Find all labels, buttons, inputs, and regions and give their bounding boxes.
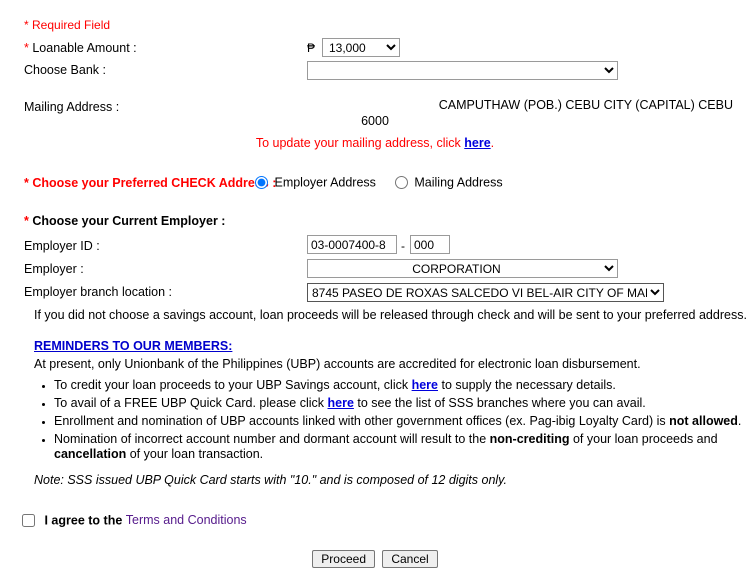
choose-bank-select[interactable] bbox=[307, 61, 618, 80]
bullet3-emphasis: not allowed bbox=[669, 414, 738, 428]
radio-mailing-address[interactable] bbox=[394, 176, 408, 190]
form-action-bar: Proceed Cancel bbox=[0, 550, 750, 568]
ubp-savings-here-link[interactable]: here bbox=[412, 378, 438, 392]
bullet1-text-before: To credit your loan proceeds to your UBP… bbox=[54, 378, 412, 392]
bullet2-text-after: to see the list of SSS branches where yo… bbox=[353, 396, 646, 410]
bullet4-emphasis-2: cancellation bbox=[54, 447, 127, 461]
terms-agreement-checkbox[interactable] bbox=[22, 514, 35, 528]
required-asterisk: * bbox=[24, 18, 29, 32]
bullet4-text-1: Nomination of incorrect account number a… bbox=[54, 432, 490, 446]
loan-disbursement-form-page: * Required Field * Loanable Amount : ₱ 1… bbox=[0, 0, 750, 585]
employer-id-input[interactable] bbox=[307, 235, 397, 254]
choose-bank-label: Choose Bank : bbox=[24, 63, 106, 77]
employer-branch-label: Employer branch location : bbox=[24, 285, 172, 299]
loanable-amount-label-row: * Loanable Amount : bbox=[24, 41, 137, 55]
bullet3-text-after: . bbox=[737, 414, 742, 428]
bullet4-emphasis-1: non-crediting bbox=[489, 432, 570, 446]
employer-select[interactable]: CORPORATION bbox=[307, 259, 618, 278]
terms-agreement-row: I agree to the Terms and Conditions bbox=[22, 513, 247, 528]
list-item: Nomination of incorrect account number a… bbox=[54, 432, 750, 462]
reminders-heading: REMINDERS TO OUR MEMBERS: bbox=[34, 339, 233, 353]
required-field-note: * Required Field bbox=[24, 18, 110, 32]
list-item: To credit your loan proceeds to your UBP… bbox=[54, 378, 750, 393]
current-employer-asterisk: * bbox=[24, 214, 29, 228]
terms-agreement-prefix: I agree to the bbox=[44, 513, 126, 528]
employer-id-suffix-input[interactable] bbox=[410, 235, 450, 254]
bullet4-text-3: of your loan transaction. bbox=[126, 447, 264, 461]
loanable-amount-select[interactable]: 13,000 bbox=[322, 38, 400, 57]
radio-mailing-address-label[interactable]: Mailing Address bbox=[414, 176, 502, 190]
check-address-radio-group: Employer Address Mailing Address bbox=[255, 175, 503, 190]
employer-label: Employer : bbox=[24, 262, 84, 276]
mailing-address-value-line2: 6000 bbox=[361, 114, 389, 128]
terms-and-conditions-link[interactable]: Terms and Conditions bbox=[126, 513, 247, 527]
reminders-subtext: At present, only Unionbank of the Philip… bbox=[34, 357, 641, 371]
quick-card-here-link[interactable]: here bbox=[328, 396, 354, 410]
bullet4-text-2: of your loan proceeds and bbox=[569, 432, 718, 446]
radio-employer-address-label[interactable]: Employer Address bbox=[274, 176, 375, 190]
savings-account-note: If you did not choose a savings account,… bbox=[34, 308, 747, 322]
quick-card-note: Note: SSS issued UBP Quick Card starts w… bbox=[34, 473, 507, 487]
list-item: To avail of a FREE UBP Quick Card. pleas… bbox=[54, 396, 750, 411]
bullet1-text-after: to supply the necessary details. bbox=[438, 378, 616, 392]
employer-id-label: Employer ID : bbox=[24, 239, 100, 253]
mailing-address-value-line1: CAMPUTHAW (POB.) CEBU CITY (CAPITAL) CEB… bbox=[438, 98, 733, 112]
update-mailing-address-notice: To update your mailing address, click he… bbox=[0, 136, 750, 150]
loanable-amount-asterisk: * bbox=[24, 41, 29, 55]
check-address-asterisk: * bbox=[24, 176, 29, 190]
current-employer-section-label-row: * Choose your Current Employer : bbox=[24, 214, 225, 228]
peso-sign-icon: ₱ bbox=[307, 41, 316, 55]
update-address-here-link[interactable]: here bbox=[464, 136, 490, 150]
preferred-check-address-label-row: * Choose your Preferred CHECK Address : bbox=[24, 176, 276, 190]
bullet2-text-before: To avail of a FREE UBP Quick Card. pleas… bbox=[54, 396, 328, 410]
reminders-bullet-list: To credit your loan proceeds to your UBP… bbox=[28, 378, 750, 465]
radio-employer-address[interactable] bbox=[255, 176, 268, 190]
update-address-prefix: To update your mailing address, click bbox=[255, 136, 465, 150]
employer-id-dash: - bbox=[401, 239, 405, 253]
preferred-check-address-label: Choose your Preferred CHECK Address : bbox=[32, 176, 277, 190]
current-employer-label: Choose your Current Employer : bbox=[32, 214, 226, 228]
proceed-button[interactable]: Proceed bbox=[312, 550, 375, 568]
cancel-button[interactable]: Cancel bbox=[382, 550, 438, 568]
required-field-label: Required Field bbox=[32, 18, 111, 32]
list-item: Enrollment and nomination of UBP account… bbox=[54, 414, 750, 429]
loanable-amount-label: Loanable Amount : bbox=[32, 41, 137, 55]
update-address-suffix: . bbox=[490, 136, 495, 150]
employer-branch-select[interactable]: 8745 PASEO DE ROXAS SALCEDO VI BEL-AIR C… bbox=[307, 283, 664, 302]
bullet3-text-before: Enrollment and nomination of UBP account… bbox=[54, 414, 670, 428]
